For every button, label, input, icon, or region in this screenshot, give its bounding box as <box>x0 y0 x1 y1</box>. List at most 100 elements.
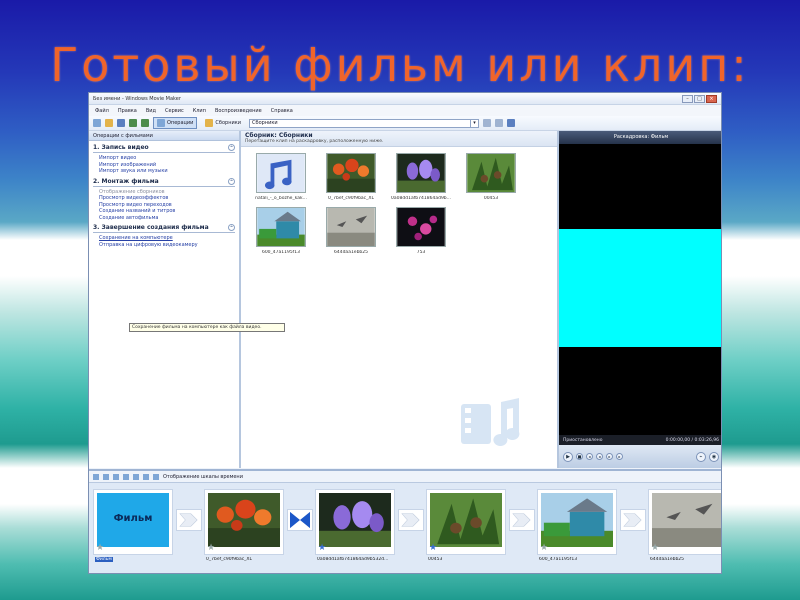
title-bar: Без имени - Windows Movie Maker – □ × <box>89 93 721 105</box>
section-capture-title[interactable]: 1. Запись видео ^ <box>89 141 239 151</box>
tooltip: Сохранение фильма на компьютере как файл… <box>129 323 285 332</box>
set-audio-levels-icon[interactable] <box>93 473 99 480</box>
rewind-storyboard-icon[interactable] <box>133 473 139 480</box>
effect-star-icon[interactable]: ★ <box>318 544 326 553</box>
clip-item[interactable]: 600_47a1195f13 <box>247 207 315 255</box>
section-edit-title[interactable]: 2. Монтаж фильма ^ <box>89 175 239 185</box>
next-frame-icon[interactable]: ▸ <box>606 453 613 460</box>
storyboard-clip[interactable]: ★ <box>315 489 395 555</box>
window-controls: – □ × <box>682 94 717 103</box>
storyboard-thumbnail <box>541 493 613 547</box>
clip-item[interactable]: natali_-_o_bozhe_kak... <box>247 153 315 201</box>
storyboard-thumbnail <box>208 493 280 547</box>
storyboard-toolbar: Отображение шкалы времени <box>89 471 721 483</box>
views-icon[interactable] <box>507 119 516 127</box>
zoom-out-icon[interactable] <box>123 473 129 480</box>
maximize-button[interactable]: □ <box>694 94 705 103</box>
tasks-header: Операции с фильмами <box>89 131 239 141</box>
collection-title: Сборник: Сборники <box>245 132 313 139</box>
close-button[interactable]: × <box>706 94 717 103</box>
menu-view[interactable]: Вид <box>146 108 156 114</box>
zoom-in-icon[interactable] <box>113 473 119 480</box>
show-timeline-button[interactable]: Отображение шкалы времени <box>163 474 243 480</box>
effect-star-icon[interactable]: ★ <box>207 544 215 553</box>
clip-caption: 644daa1ebb25 <box>333 250 369 255</box>
storyboard-clip[interactable]: ★ <box>204 489 284 555</box>
prev-frame-icon[interactable]: ◂ <box>596 453 603 460</box>
collection-pane: Сборник: Сборники Перетащите клип на рас… <box>241 131 559 468</box>
storyboard-clip[interactable]: ★ <box>426 489 506 555</box>
narrate-icon[interactable] <box>103 473 109 480</box>
open-project-icon[interactable] <box>105 119 113 127</box>
new-folder-icon[interactable] <box>495 119 504 127</box>
transition-arrow-icon[interactable] <box>509 509 535 531</box>
menu-file[interactable]: Файл <box>95 108 109 114</box>
play-storyboard-icon[interactable] <box>143 473 149 480</box>
toolbar: Операции Сборники Сборники ▾ <box>89 116 721 131</box>
clip-thumbnail <box>256 207 306 247</box>
chevron-up-icon[interactable]: ^ <box>228 144 235 151</box>
menu-tools[interactable]: Сервис <box>165 108 184 114</box>
clip-grid: natali_-_o_bozhe_kak... 0_7bef_c90f9bac_X… <box>247 153 525 255</box>
timeline-icon[interactable] <box>153 473 159 480</box>
storyboard-clip[interactable]: Фильм ★ <box>93 489 173 555</box>
storyboard-caption: Фильм <box>95 557 113 562</box>
collection-select[interactable]: Сборники ▾ <box>249 118 480 128</box>
menu-play[interactable]: Воспроизведение <box>215 108 262 114</box>
clip-caption: 00453 <box>483 196 499 201</box>
transition-arrow-icon[interactable] <box>620 509 646 531</box>
effect-star-icon[interactable]: ★ <box>96 544 104 553</box>
clip-item[interactable]: 0_7bef_c90f9bac_XL <box>317 153 385 201</box>
storyboard-thumbnail: Фильм <box>97 493 169 547</box>
new-project-icon[interactable] <box>93 119 101 127</box>
clip-thumbnail <box>326 153 376 193</box>
minimize-button[interactable]: – <box>682 94 693 103</box>
preview-frame <box>559 229 721 347</box>
effect-star-icon[interactable]: ★ <box>429 544 437 553</box>
storyboard-clip[interactable]: ★ <box>648 489 721 555</box>
collection-header: Сборник: Сборники Перетащите клип на рас… <box>241 131 557 147</box>
section-finish-title[interactable]: 3. Завершение создания фильма ^ <box>89 221 239 231</box>
chevron-up-icon[interactable]: ^ <box>228 177 235 185</box>
clip-item[interactable]: 00453 <box>457 153 525 201</box>
clip-thumbnail <box>396 153 446 193</box>
snapshot-icon[interactable]: ◉ <box>709 451 719 462</box>
menu-edit[interactable]: Правка <box>118 108 137 114</box>
menu-clip[interactable]: Клип <box>193 108 206 114</box>
forward-icon[interactable]: ▸ <box>616 453 623 460</box>
transition-arrow-icon[interactable] <box>176 509 202 531</box>
transition-bowtie-icon[interactable] <box>287 509 313 531</box>
effect-star-icon[interactable]: ★ <box>651 544 659 553</box>
storyboard-thumbnail <box>319 493 391 547</box>
slide-title: Готовый фильм или клип: <box>50 38 750 92</box>
clip-item[interactable]: 644daa1ebb25 <box>317 207 385 255</box>
storyboard-caption: 600_47a1195f13 <box>539 557 578 562</box>
clip-item[interactable]: 0a08dd1afb741864ad9b... <box>387 153 455 201</box>
storyboard-clip[interactable]: ★ <box>537 489 617 555</box>
chevron-up-icon[interactable]: ^ <box>228 224 235 231</box>
storyboard-caption: 0_7bef_c90f9bac_XL <box>206 557 253 562</box>
playback-time: 0:00:00,00 / 0:03:26,96 <box>665 437 719 443</box>
play-icon[interactable]: ▶ <box>563 451 573 462</box>
storyboard-caption: 0a08dd1afb741864ad9b532d... <box>317 557 389 562</box>
collections-button[interactable]: Сборники <box>201 117 245 129</box>
clip-thumbnail <box>256 153 306 193</box>
split-clip-icon[interactable]: ⌁ <box>696 451 706 462</box>
stop-icon[interactable]: ■ <box>576 453 583 460</box>
redo-icon[interactable] <box>141 119 149 127</box>
up-folder-icon[interactable] <box>483 119 492 127</box>
task-link-send-to-camera[interactable]: Отправка на цифровую видеокамеру <box>89 242 239 249</box>
clip-item[interactable]: 753 <box>387 207 455 255</box>
save-icon[interactable] <box>117 119 125 127</box>
effect-star-icon[interactable]: ★ <box>540 544 548 553</box>
undo-icon[interactable] <box>129 119 137 127</box>
storyboard: Отображение шкалы времени Фильм ★ Фильм ★ 0_… <box>89 469 721 573</box>
menu-help[interactable]: Справка <box>271 108 293 114</box>
storyboard-thumbnail <box>430 493 502 547</box>
rewind-icon[interactable]: ◂ <box>586 453 593 460</box>
storyboard-caption: 644daa1ebb25 <box>650 557 685 562</box>
transition-arrow-icon[interactable] <box>398 509 424 531</box>
tasks-button[interactable]: Операции <box>153 117 198 129</box>
clip-thumbnail <box>396 207 446 247</box>
clip-caption: 753 <box>416 250 426 255</box>
